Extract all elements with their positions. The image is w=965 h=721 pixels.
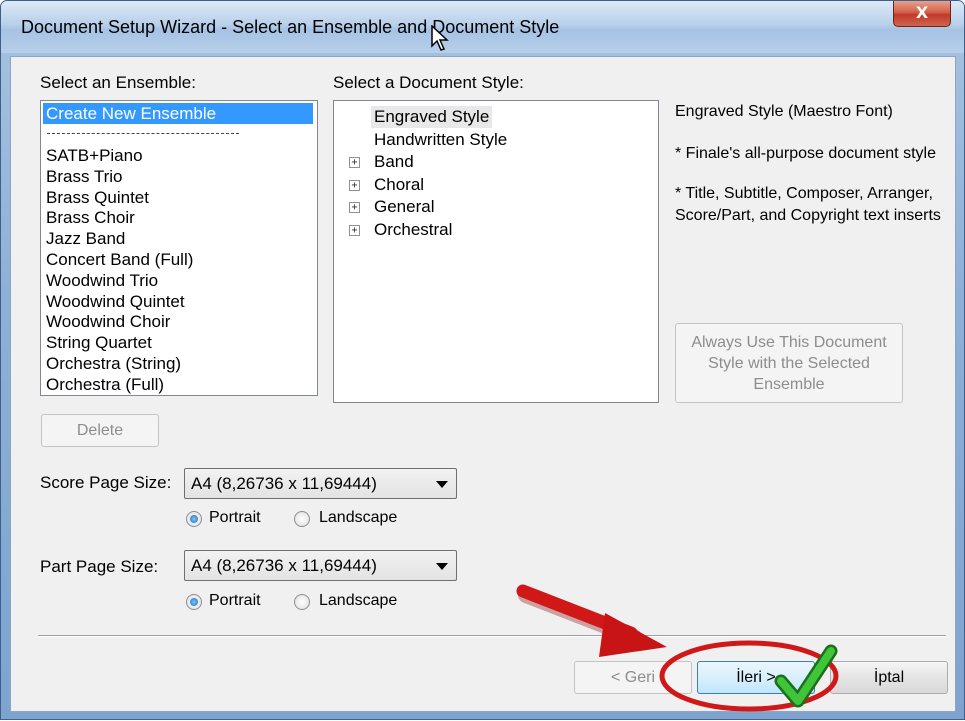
red-arrow-icon [516,584,667,657]
annotation-overlay [516,584,839,712]
dialog-window: Document Setup Wizard - Select an Ensemb… [0,0,965,720]
